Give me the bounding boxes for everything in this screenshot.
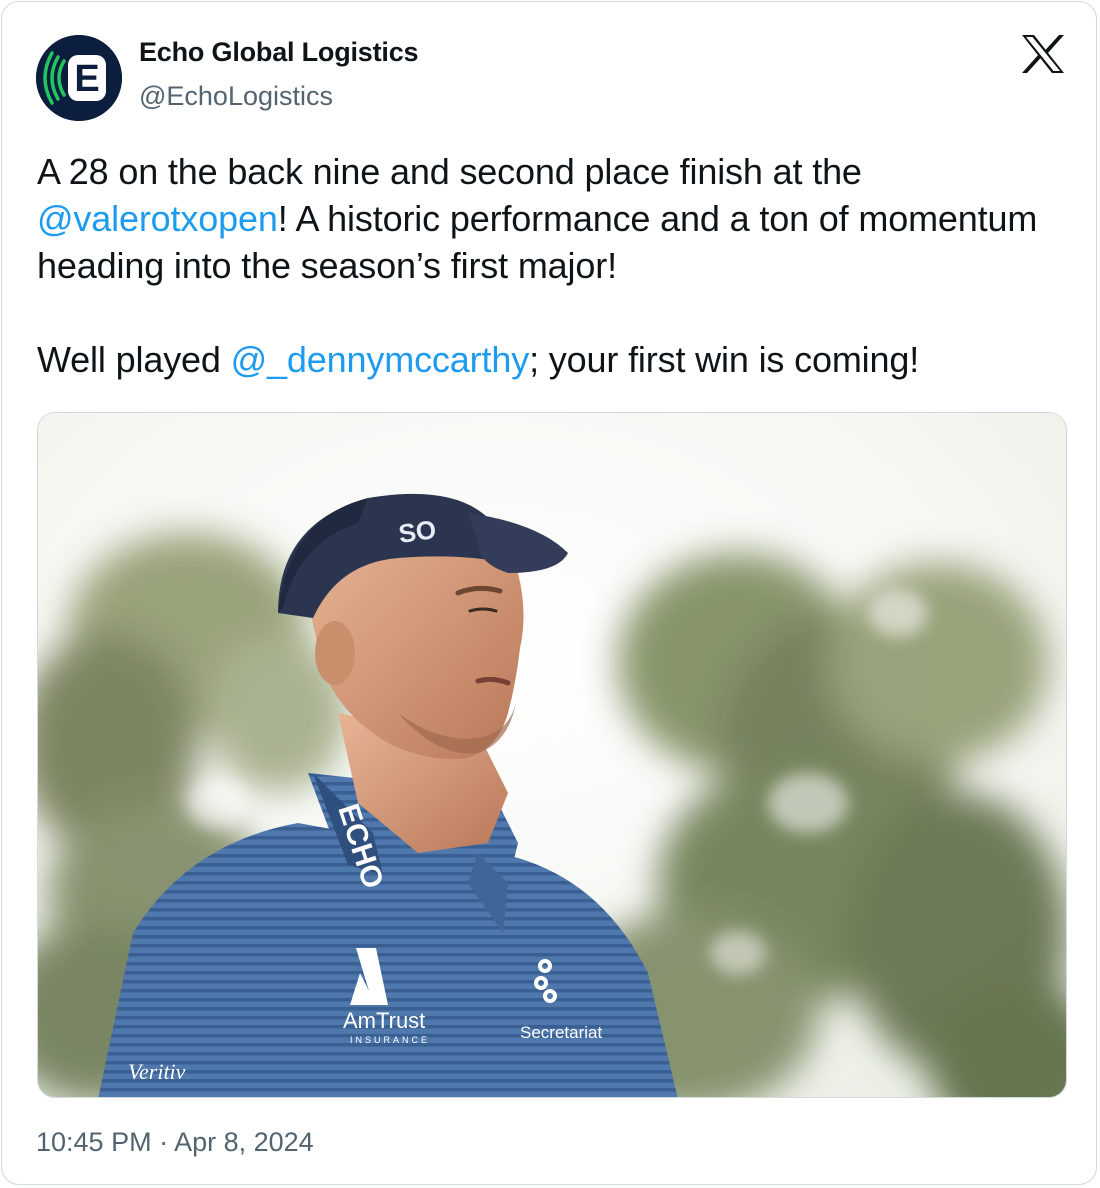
- echo-logo-icon: E: [36, 35, 122, 121]
- mention-link-valerotxopen[interactable]: @valerotxopen: [37, 198, 278, 239]
- author-display-name[interactable]: Echo Global Logistics: [139, 37, 419, 68]
- tweet-card: E Echo Global Logistics @EchoLogistics A…: [1, 1, 1097, 1185]
- tweet-media-photo[interactable]: ECHO SO AmTrust INSURANCE Secretariat Ve…: [37, 412, 1067, 1098]
- tweet-timestamp[interactable]: 10:45 PM · Apr 8, 2024: [36, 1127, 314, 1158]
- veritiv-text: Veritiv: [128, 1059, 186, 1084]
- tweet-paragraph-1: A 28 on the back nine and second place f…: [37, 148, 1067, 289]
- tweet-text-segment: Well played: [37, 339, 231, 380]
- amtrust-text: AmTrust: [343, 1008, 425, 1033]
- x-logo-icon[interactable]: [1020, 34, 1066, 74]
- secretariat-text: Secretariat: [520, 1023, 602, 1042]
- tweet-text-segment: ; your first win is coming!: [529, 339, 920, 380]
- author-handle[interactable]: @EchoLogistics: [139, 81, 333, 112]
- mention-link-dennymccarthy[interactable]: @_dennymccarthy: [231, 339, 530, 380]
- tweet-paragraph-2: Well played @_dennymccarthy; your first …: [37, 336, 1067, 383]
- amtrust-sub-text: INSURANCE: [350, 1035, 430, 1045]
- tweet-text: A 28 on the back nine and second place f…: [37, 148, 1067, 383]
- svg-text:E: E: [74, 58, 99, 100]
- cap-text: SO: [397, 514, 438, 549]
- tweet-text-segment: A 28 on the back nine and second place f…: [37, 151, 862, 192]
- author-avatar[interactable]: E: [36, 35, 122, 121]
- golfer-photo: ECHO SO AmTrust INSURANCE Secretariat Ve…: [38, 413, 1066, 1097]
